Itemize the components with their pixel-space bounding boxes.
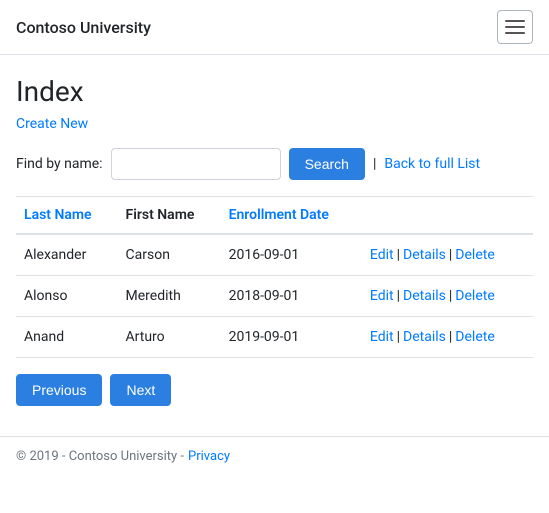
- footer: © 2019 - Contoso University - Privacy: [0, 436, 549, 476]
- cell-actions: Edit | Details | Delete: [362, 317, 533, 358]
- data-table: Last Name First Name Enrollment Date Ale…: [16, 196, 533, 358]
- col-header-actions: [362, 197, 533, 235]
- search-label: Find by name:: [16, 156, 103, 172]
- cell-first-name: Arturo: [118, 317, 221, 358]
- navbar: Contoso University: [0, 0, 549, 55]
- cell-enrollment-date: 2018-09-01: [221, 276, 362, 317]
- pagination-row: Previous Next: [16, 374, 533, 406]
- cell-enrollment-date: 2016-09-01: [221, 234, 362, 276]
- action-pipe: |: [449, 288, 452, 304]
- table-row: AlonsoMeredith2018-09-01 Edit | Details |…: [16, 276, 533, 317]
- action-pipe: |: [449, 247, 452, 263]
- back-to-full-list-link[interactable]: Back to full List: [384, 156, 480, 172]
- action-links: Edit | Details | Delete: [370, 247, 525, 263]
- toggler-bar-2: [505, 26, 525, 28]
- cell-actions: Edit | Details | Delete: [362, 276, 533, 317]
- cell-last-name: Anand: [16, 317, 118, 358]
- search-row: Find by name: Search | Back to full List: [16, 148, 533, 180]
- search-button[interactable]: Search: [289, 148, 365, 180]
- action-pipe: |: [397, 288, 400, 304]
- action-delete-link[interactable]: Delete: [455, 329, 494, 345]
- create-new-link[interactable]: Create New: [16, 116, 88, 132]
- toggler-bar-1: [505, 20, 525, 22]
- col-header-enrollment-date[interactable]: Enrollment Date: [221, 197, 362, 235]
- action-edit-link[interactable]: Edit: [370, 329, 394, 345]
- table-row: AlexanderCarson2016-09-01 Edit | Details …: [16, 234, 533, 276]
- footer-copyright: © 2019 - Contoso University -: [16, 449, 184, 464]
- toggler-bar-3: [505, 32, 525, 34]
- pipe-separator: |: [373, 156, 376, 172]
- cell-first-name: Meredith: [118, 276, 221, 317]
- action-links: Edit | Details | Delete: [370, 288, 525, 304]
- table-row: AnandArturo2019-09-01 Edit | Details | De…: [16, 317, 533, 358]
- action-details-link[interactable]: Details: [403, 329, 446, 345]
- col-header-last-name[interactable]: Last Name: [16, 197, 118, 235]
- action-edit-link[interactable]: Edit: [370, 247, 394, 263]
- navbar-toggler-button[interactable]: [497, 10, 533, 44]
- next-button[interactable]: Next: [110, 374, 171, 406]
- search-input[interactable]: [111, 148, 281, 180]
- action-edit-link[interactable]: Edit: [370, 288, 394, 304]
- action-delete-link[interactable]: Delete: [455, 288, 494, 304]
- col-header-first-name: First Name: [118, 197, 221, 235]
- cell-enrollment-date: 2019-09-01: [221, 317, 362, 358]
- action-details-link[interactable]: Details: [403, 288, 446, 304]
- cell-last-name: Alonso: [16, 276, 118, 317]
- table-head: Last Name First Name Enrollment Date: [16, 197, 533, 235]
- footer-privacy-link[interactable]: Privacy: [188, 449, 230, 464]
- cell-actions: Edit | Details | Delete: [362, 234, 533, 276]
- navbar-brand: Contoso University: [16, 18, 151, 37]
- action-pipe: |: [397, 247, 400, 263]
- table-header-row: Last Name First Name Enrollment Date: [16, 197, 533, 235]
- action-details-link[interactable]: Details: [403, 247, 446, 263]
- main-content: Index Create New Find by name: Search | …: [0, 55, 549, 436]
- cell-last-name: Alexander: [16, 234, 118, 276]
- cell-first-name: Carson: [118, 234, 221, 276]
- previous-button[interactable]: Previous: [16, 374, 102, 406]
- action-pipe: |: [397, 329, 400, 345]
- action-links: Edit | Details | Delete: [370, 329, 525, 345]
- action-delete-link[interactable]: Delete: [455, 247, 494, 263]
- table-body: AlexanderCarson2016-09-01 Edit | Details …: [16, 234, 533, 358]
- page-title: Index: [16, 75, 533, 108]
- action-pipe: |: [449, 329, 452, 345]
